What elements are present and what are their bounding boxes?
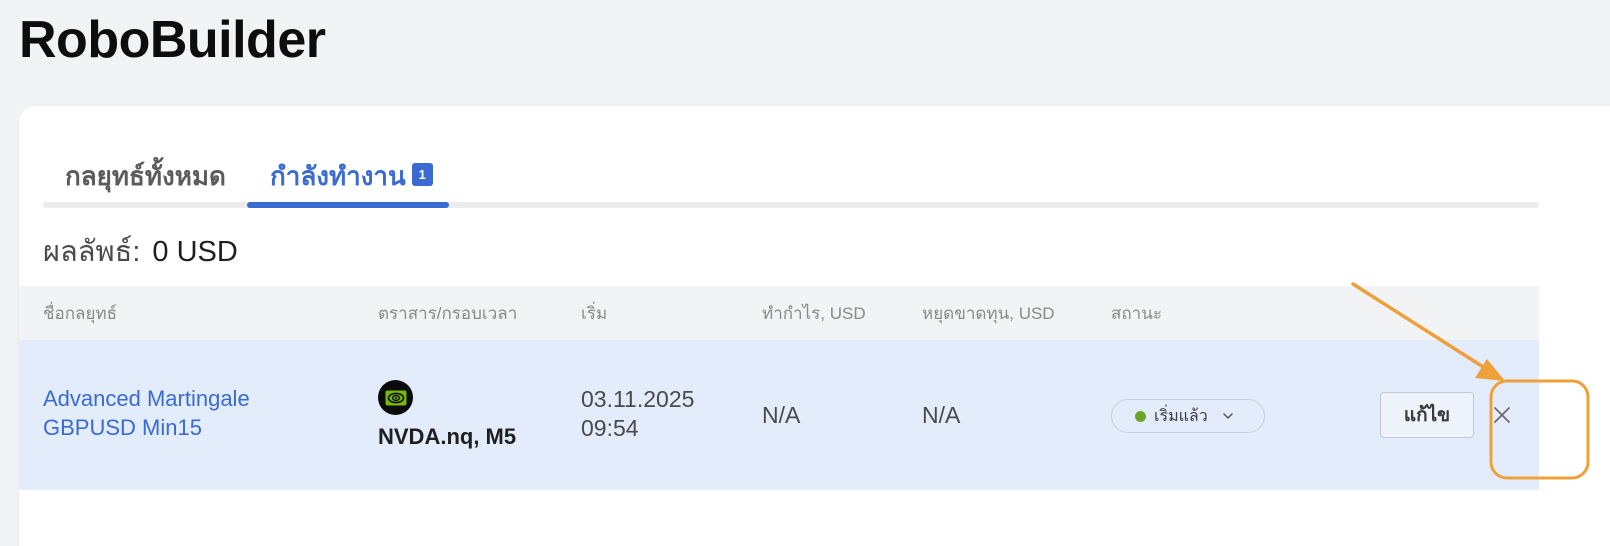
app-title: RoboBuilder bbox=[19, 11, 326, 69]
strategy-name-link[interactable]: Advanced Martingale GBPUSD Min15 bbox=[43, 384, 323, 442]
take-profit-value: N/A bbox=[762, 402, 801, 428]
running-count-badge: 1 bbox=[411, 162, 433, 186]
table-row: Advanced Martingale GBPUSD Min15 NVDA.nq… bbox=[19, 340, 1539, 490]
strategies-table: ชื่อกลยุทธ์ ตราสาร/กรอบเวลา เริ่ม ทำกำไร… bbox=[19, 286, 1539, 490]
nvidia-logo-icon bbox=[378, 380, 413, 415]
instrument-timeframe: NVDA.nq, M5 bbox=[378, 424, 517, 449]
chevron-down-icon bbox=[1222, 407, 1234, 425]
close-icon[interactable] bbox=[1489, 402, 1515, 428]
tab-running[interactable]: กำลังทำงาน 1 bbox=[270, 144, 433, 208]
result-value: 0 USD bbox=[152, 236, 238, 268]
start-datetime: 03.11.2025 09:54 bbox=[581, 385, 694, 443]
start-date: 03.11.2025 bbox=[581, 386, 695, 412]
stop-loss-value: N/A bbox=[922, 402, 961, 428]
tab-all-strategies-label: กลยุทธ์ทั้งหมด bbox=[65, 160, 226, 191]
table-header: ชื่อกลยุทธ์ ตราสาร/กรอบเวลา เริ่ม ทำกำไร… bbox=[19, 286, 1539, 340]
strategies-card: กลยุทธ์ทั้งหมด กำลังทำงาน 1 ผลลัพธ์: 0 U… bbox=[19, 106, 1610, 546]
start-time: 09:54 bbox=[581, 415, 639, 441]
result-summary: ผลลัพธ์: 0 USD bbox=[43, 228, 238, 274]
edit-button[interactable]: แก้ไข bbox=[1380, 392, 1474, 438]
status-active-dot bbox=[1135, 410, 1146, 422]
active-tab-indicator bbox=[247, 202, 449, 208]
column-header-strategy-name: ชื่อกลยุทธ์ bbox=[43, 303, 118, 323]
status-label: เริ่มแล้ว bbox=[1154, 407, 1208, 425]
strategy-name-line1: Advanced Martingale bbox=[43, 386, 250, 411]
column-header-status: สถานะ bbox=[1111, 303, 1162, 323]
nvidia-eye-glyph bbox=[385, 390, 406, 405]
column-header-take-profit: ทำกำไร, USD bbox=[762, 303, 866, 323]
tab-bar: กลยุทธ์ทั้งหมด กำลังทำงาน 1 bbox=[43, 144, 1539, 208]
status-dropdown[interactable]: เริ่มแล้ว bbox=[1111, 399, 1265, 433]
column-header-start: เริ่ม bbox=[581, 303, 608, 323]
column-header-stop-loss: หยุดขาดทุน, USD bbox=[922, 303, 1055, 323]
tab-running-label: กำลังทำงาน bbox=[270, 160, 406, 191]
column-header-instrument: ตราสาร/กรอบเวลา bbox=[378, 303, 518, 323]
strategy-name-line2: GBPUSD Min15 bbox=[43, 415, 202, 440]
result-label: ผลลัพธ์: bbox=[43, 236, 141, 268]
tab-all-strategies[interactable]: กลยุทธ์ทั้งหมด bbox=[65, 144, 226, 208]
